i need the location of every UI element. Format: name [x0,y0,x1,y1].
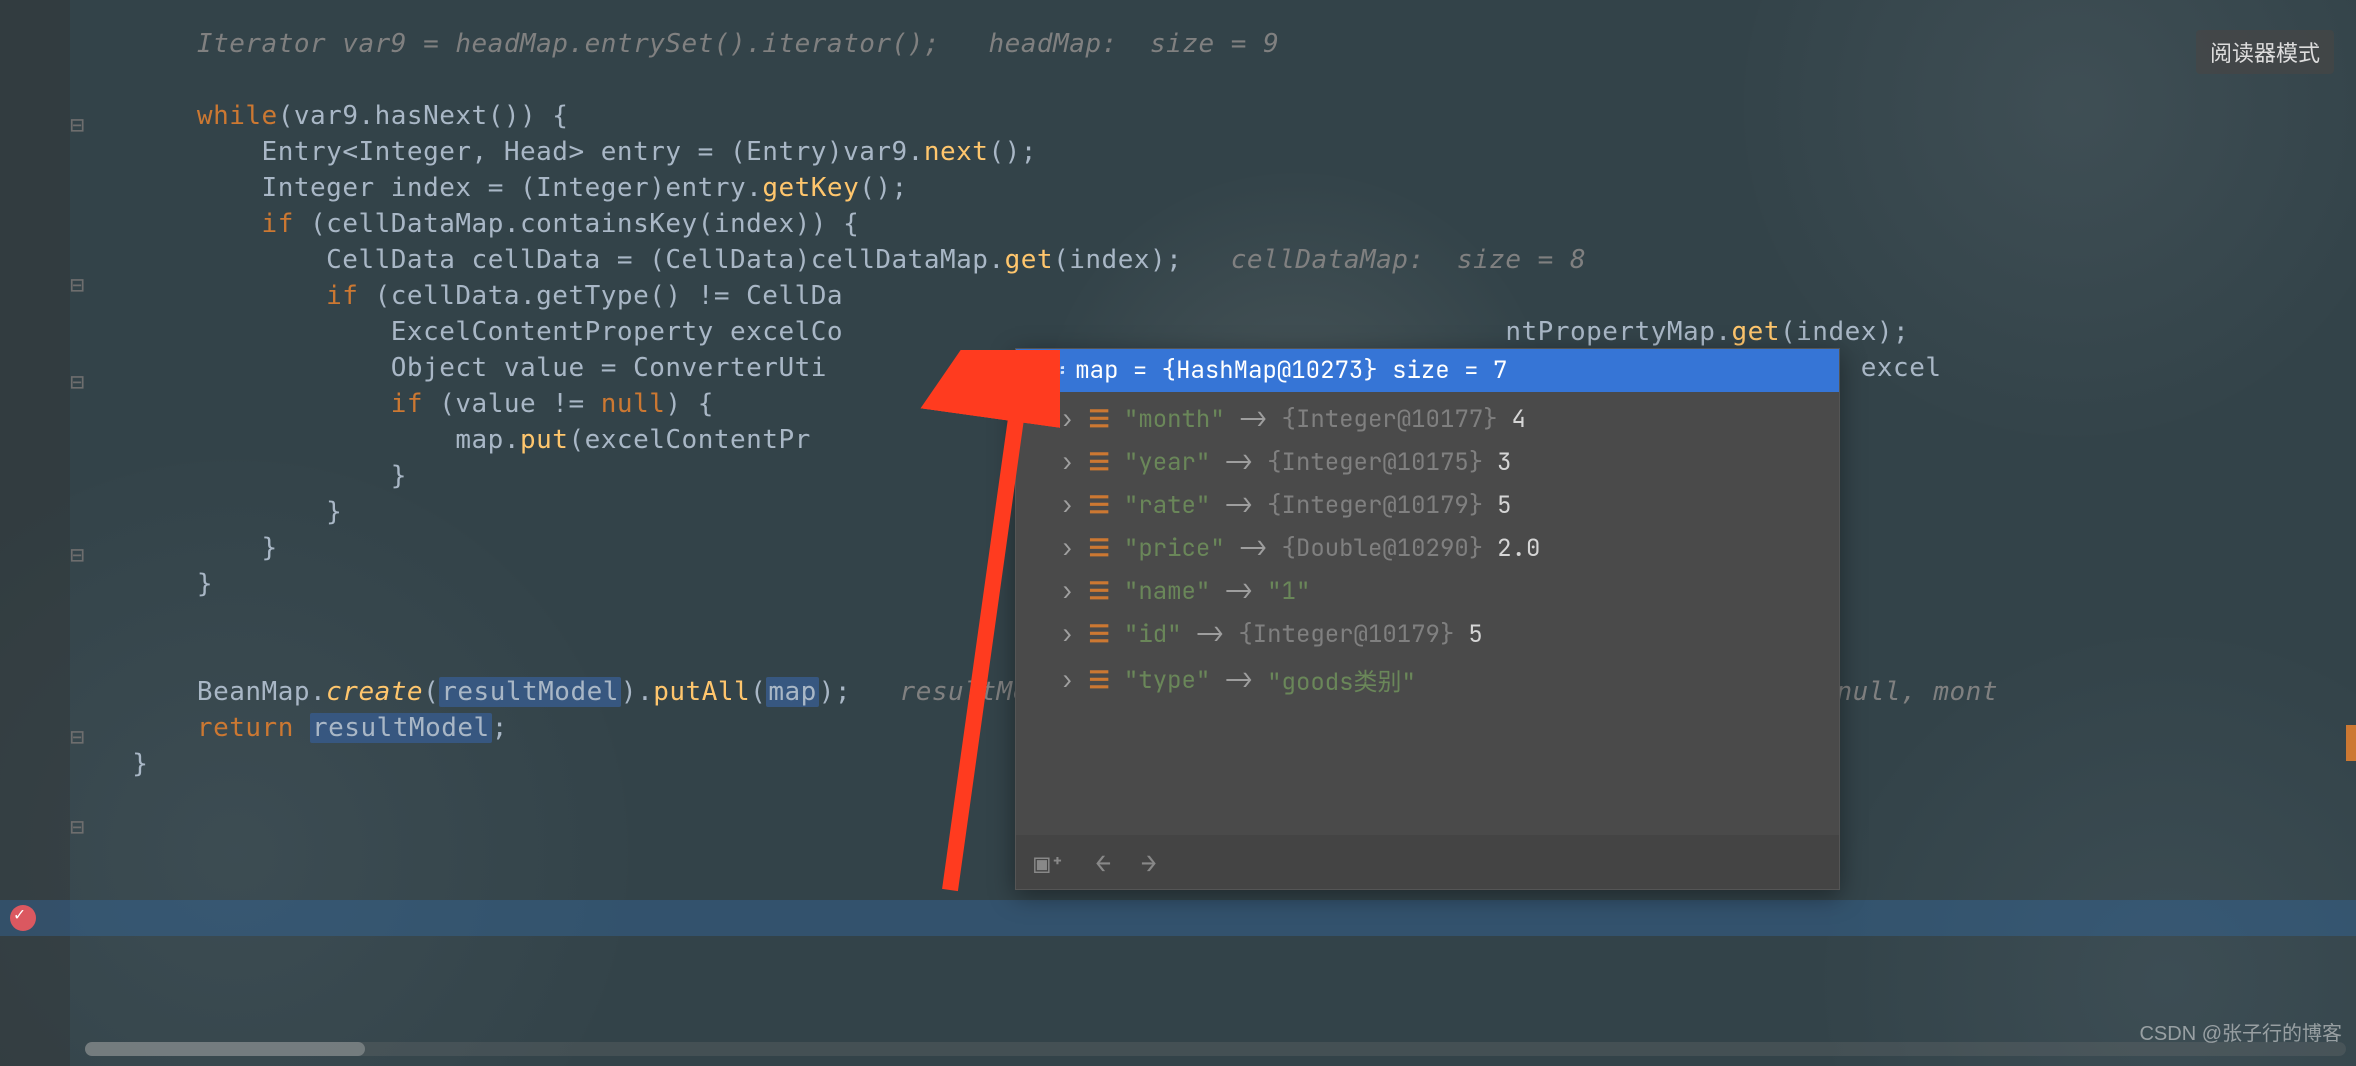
popup-header[interactable]: ⌄ ፨ map = {HashMap@10273} size = 7 [1016,349,1839,392]
fold-marker[interactable]: ⊟ [70,365,84,401]
map-entry-icon: ☰ [1088,404,1110,435]
debugger-variable-popup[interactable]: ⌄ ፨ map = {HashMap@10273} size = 7 ›☰"mo… [1015,348,1840,890]
map-entry[interactable]: ›☰"name" -> "1" [1020,570,1835,613]
chevron-right-icon[interactable]: › [1060,665,1074,696]
popup-title: map = {HashMap@10273} size = 7 [1075,355,1507,386]
map-entry-icon: ☰ [1088,490,1110,521]
new-watch-icon[interactable]: ▣⁺ [1034,845,1065,880]
fold-marker[interactable]: ⊟ [70,268,84,304]
fold-marker[interactable]: ⊟ [70,720,84,756]
fold-marker[interactable]: ⊟ [70,108,84,144]
map-entry[interactable]: ›☰"price" -> {Double@10290} 2.0 [1020,527,1835,570]
map-entry[interactable]: ›☰"rate" -> {Integer@10179} 5 [1020,484,1835,527]
scrollbar-thumb[interactable] [85,1042,365,1056]
map-entry[interactable]: ›☰"month" -> {Integer@10177} 4 [1020,398,1835,441]
map-entry-icon: ☰ [1088,447,1110,478]
execution-line-highlight [0,900,2356,936]
popup-toolbar: ▣⁺ ← → [1016,835,1839,889]
horizontal-scrollbar[interactable] [85,1042,2346,1056]
map-entry-icon: ☰ [1088,619,1110,650]
nav-back-icon[interactable]: ← [1095,845,1111,880]
nav-forward-icon[interactable]: → [1141,845,1157,880]
map-entry-icon: ☰ [1088,533,1110,564]
chevron-right-icon[interactable]: › [1060,619,1074,650]
chevron-right-icon[interactable]: › [1060,576,1074,607]
popup-body: ›☰"month" -> {Integer@10177} 4›☰"year" -… [1016,392,1839,710]
chevron-right-icon[interactable]: › [1060,447,1074,478]
map-entry[interactable]: ›☰"id" -> {Integer@10179} 5 [1020,613,1835,656]
map-entry[interactable]: ›☰"type" -> "goods类别" [1020,656,1835,704]
watermark: CSDN @张子行的博客 [2139,1017,2342,1046]
map-entry-icon: ☰ [1088,576,1110,607]
breakpoint-icon[interactable] [10,905,36,931]
chevron-right-icon[interactable]: › [1060,533,1074,564]
glasses-icon: ፨ [1048,355,1065,386]
fold-marker[interactable]: ⊟ [70,538,84,574]
chevron-right-icon[interactable]: › [1060,404,1074,435]
map-entry[interactable]: ›☰"year" -> {Integer@10175} 3 [1020,441,1835,484]
chevron-right-icon[interactable]: › [1060,490,1074,521]
chevron-down-icon[interactable]: ⌄ [1024,355,1038,386]
fold-marker[interactable]: ⊟ [70,810,84,846]
map-entry-icon: ☰ [1088,665,1110,696]
